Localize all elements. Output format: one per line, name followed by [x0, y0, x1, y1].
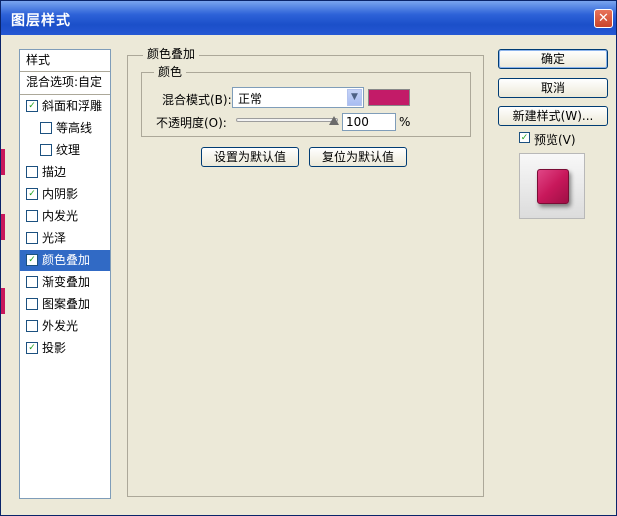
layer-style-dialog: 图层样式 ✕ 样式 混合选项:自定 ✓ 斜面和浮雕等高线纹理描边 ✓ 内阴影内发光光泽…	[0, 0, 617, 516]
preview-swatch	[537, 169, 569, 204]
sidebar-item[interactable]: 纹理	[20, 140, 110, 161]
sidebar-item-label: 图案叠加	[42, 297, 91, 311]
sidebar-item[interactable]: 外发光	[20, 316, 110, 337]
effect-checkbox[interactable]: ✓	[26, 99, 38, 112]
effect-checkbox[interactable]: ✓	[26, 253, 38, 266]
color-overlay-title: 颜色叠加	[143, 45, 200, 62]
sidebar-item[interactable]: 描边	[20, 162, 110, 183]
effect-checkbox[interactable]	[26, 165, 38, 178]
close-icon[interactable]: ✕	[594, 9, 613, 28]
opacity-slider[interactable]	[236, 118, 338, 122]
title-bar[interactable]: 图层样式 ✕	[1, 1, 616, 35]
blend-mode-select[interactable]: 正常 ▼	[232, 87, 364, 108]
sidebar-item-label: 投影	[42, 341, 67, 355]
preview-thumbnail	[519, 153, 585, 219]
sidebar-item-label: 渐变叠加	[42, 275, 91, 289]
sidebar-item[interactable]: 渐变叠加	[20, 272, 110, 293]
set-default-button[interactable]: 设置为默认值	[201, 147, 299, 167]
reset-default-button[interactable]: 复位为默认值	[309, 147, 407, 167]
background-artifact	[1, 288, 5, 314]
effect-checkbox[interactable]	[26, 297, 38, 310]
sidebar-item-label: 斜面和浮雕	[42, 99, 103, 113]
cancel-button[interactable]: 取消	[498, 78, 608, 98]
blend-mode-value: 正常	[238, 92, 263, 106]
effect-checkbox[interactable]: ✓	[26, 341, 38, 354]
blending-options-item[interactable]: 混合选项:自定	[26, 72, 116, 93]
background-artifact	[1, 149, 5, 175]
sidebar-item[interactable]: 图案叠加	[20, 294, 110, 315]
sidebar-item[interactable]: 等高线	[20, 118, 110, 139]
effect-checkbox[interactable]: ✓	[26, 187, 38, 200]
ok-button[interactable]: 确定	[498, 49, 608, 69]
effect-checkbox[interactable]	[40, 121, 52, 134]
background-artifact	[1, 214, 5, 240]
sidebar-item-label: 描边	[42, 165, 67, 179]
sidebar-item-label: 纹理	[56, 143, 81, 157]
sidebar-item-label: 外发光	[42, 319, 79, 333]
effect-checkbox[interactable]	[26, 319, 38, 332]
divider	[20, 94, 110, 95]
styles-list-header: 样式	[26, 53, 51, 67]
color-subgroup-title: 颜色	[154, 63, 187, 80]
blend-mode-label: 混合模式(B):	[162, 93, 232, 107]
chevron-down-icon[interactable]: ▼	[347, 89, 362, 106]
sidebar-item[interactable]: ✓ 投影	[20, 338, 110, 359]
window-title: 图层样式	[11, 13, 71, 29]
effect-checkbox[interactable]	[40, 143, 52, 156]
preview-label: 预览(V)	[534, 133, 576, 147]
opacity-unit: %	[399, 115, 411, 129]
sidebar-item-label: 颜色叠加	[42, 253, 91, 267]
effect-checkbox[interactable]	[26, 231, 38, 244]
sidebar-item[interactable]: 内发光	[20, 206, 110, 227]
sidebar-item-label: 内发光	[42, 209, 79, 223]
sidebar-item-label: 光泽	[42, 231, 67, 245]
sidebar-item[interactable]: ✓ 颜色叠加	[20, 250, 110, 271]
sidebar-item[interactable]: ✓ 内阴影	[20, 184, 110, 205]
styles-list: 样式 混合选项:自定 ✓ 斜面和浮雕 等高线 纹理 描边 ✓ 内阴影 内发光 光泽 ✓ 颜色叠加 渐变…	[19, 49, 111, 499]
effect-checkbox[interactable]	[26, 209, 38, 222]
preview-checkbox[interactable]: ✓	[519, 132, 530, 143]
sidebar-item[interactable]: 光泽	[20, 228, 110, 249]
new-style-button[interactable]: 新建样式(W)...	[498, 106, 608, 126]
sidebar-item-label: 内阴影	[42, 187, 79, 201]
sidebar-item-label: 等高线	[56, 121, 93, 135]
effect-checkbox[interactable]	[26, 275, 38, 288]
overlay-color-swatch[interactable]	[368, 89, 410, 106]
sidebar-item[interactable]: ✓ 斜面和浮雕	[20, 96, 110, 117]
opacity-input[interactable]: 100	[342, 113, 396, 131]
opacity-slider-thumb[interactable]	[329, 116, 339, 125]
opacity-label: 不透明度(O):	[156, 116, 227, 130]
